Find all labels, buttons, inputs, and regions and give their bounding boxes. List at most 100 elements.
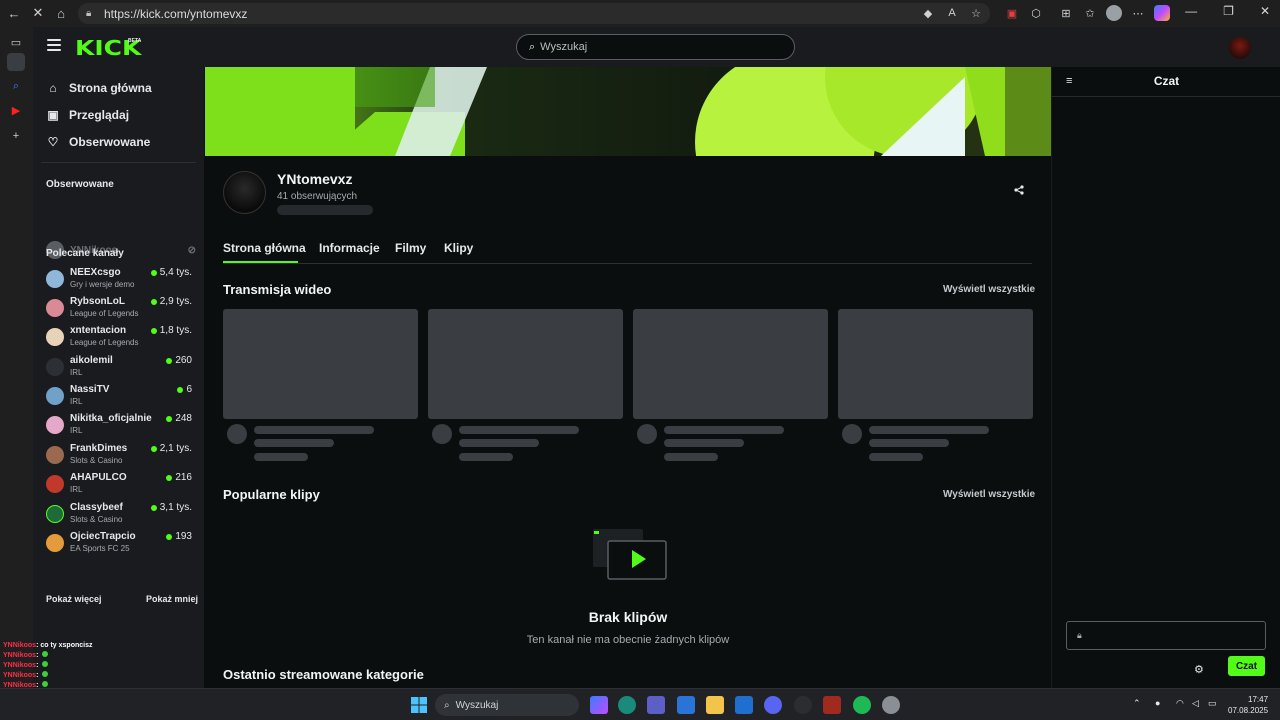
- puzzle-icon[interactable]: ⬡: [1028, 5, 1044, 21]
- viewer-count-text: 248: [175, 413, 192, 424]
- maximize-icon[interactable]: ❐: [1223, 4, 1234, 18]
- tag-icon[interactable]: ◆: [920, 5, 936, 21]
- channel-category: IRL: [70, 397, 83, 406]
- teams-icon[interactable]: [647, 696, 665, 714]
- recommended-channel[interactable]: xntentacion League of Legends 1,8 tys.: [46, 325, 192, 351]
- live-dot: [166, 474, 173, 481]
- spotify-icon[interactable]: [853, 696, 871, 714]
- split-screen-icon[interactable]: ⊞: [1058, 5, 1074, 21]
- recommended-channel[interactable]: Nikitka_oficjalnie IRL 248: [46, 413, 192, 439]
- new-tab-icon[interactable]: +: [7, 127, 25, 145]
- channel-name: AHAPULCO: [70, 472, 127, 483]
- battery-icon[interactable]: ▭: [1208, 698, 1217, 709]
- volume-icon[interactable]: ◁: [1192, 698, 1199, 709]
- overlay-chat-line: YNNikoos:: [3, 651, 343, 661]
- menu-icon[interactable]: [47, 39, 61, 51]
- home-icon[interactable]: ⌂: [51, 3, 71, 23]
- stop-loading-icon[interactable]: ✕: [28, 3, 48, 23]
- nav-home-label: Strona główna: [69, 81, 152, 95]
- video-card-placeholder: [838, 309, 1033, 419]
- recommended-channel[interactable]: AHAPULCO IRL 216: [46, 472, 192, 498]
- show-more-link[interactable]: Pokaż więcej: [46, 594, 102, 604]
- channel-avatar: [46, 446, 64, 464]
- nav-browse[interactable]: ▣ Przeglądaj: [46, 108, 129, 122]
- user-avatar[interactable]: [1229, 37, 1251, 59]
- recommended-channel[interactable]: NassiTV IRL 6: [46, 384, 192, 410]
- channel-avatar: [46, 505, 64, 523]
- windows-start-icon[interactable]: [410, 696, 428, 714]
- channel-category: Gry i wersje demo: [70, 280, 135, 289]
- recommended-channel[interactable]: Classybeef Slots & Casino 3,1 tys.: [46, 502, 192, 528]
- recommended-channel[interactable]: FrankDimes Slots & Casino 2,1 tys.: [46, 443, 192, 469]
- favorite-star-icon[interactable]: ☆: [968, 5, 984, 21]
- search-input[interactable]: ⌕ Wyszukaj: [516, 34, 795, 60]
- share-icon[interactable]: [1012, 183, 1026, 197]
- file-explorer-icon[interactable]: [706, 696, 724, 714]
- recommended-channel[interactable]: NEEXcsgo Gry i wersje demo 5,4 tys.: [46, 267, 192, 293]
- videos-view-all-link[interactable]: Wyświetl wszystkie: [943, 284, 1035, 295]
- settings-gear-icon[interactable]: [882, 696, 900, 714]
- channel-category: IRL: [70, 485, 83, 494]
- back-icon[interactable]: ←: [4, 3, 24, 23]
- recommended-channel[interactable]: aikolemil IRL 260: [46, 355, 192, 381]
- channel-category: League of Legends: [70, 309, 139, 318]
- text-placeholder: [459, 439, 539, 447]
- tab-about[interactable]: Informacje: [319, 241, 380, 255]
- channel-avatar-large[interactable]: [223, 171, 266, 214]
- home-icon: ⌂: [49, 81, 57, 95]
- text-placeholder: [664, 439, 744, 447]
- recommended-channel[interactable]: RybsonLoL League of Legends 2,9 tys.: [46, 296, 192, 322]
- tab-clips[interactable]: Klipy: [444, 241, 473, 255]
- chat-settings-gear-icon[interactable]: ⚙: [1194, 663, 1204, 676]
- clock[interactable]: 17:47 07.08.2025: [1228, 694, 1268, 716]
- viewer-count: 5,4 tys.: [150, 267, 192, 278]
- discord-icon[interactable]: [764, 696, 782, 714]
- viewer-count-text: 2,1 tys.: [159, 443, 192, 454]
- extension-icon[interactable]: ▣: [1004, 5, 1020, 21]
- address-bar[interactable]: 🔒︎ https://kick.com/yntomevxz: [78, 3, 990, 24]
- chat-send-button[interactable]: Czat: [1228, 656, 1265, 676]
- clock-date: 07.08.2025: [1228, 706, 1269, 715]
- copilot-app-icon[interactable]: [590, 696, 608, 714]
- channel-name: Nikitka_oficjalnie: [70, 413, 152, 424]
- wifi-icon[interactable]: ◠: [1176, 698, 1184, 709]
- viewer-count-text: 6: [186, 384, 192, 395]
- live-dot: [150, 504, 157, 511]
- profile-icon[interactable]: [1106, 5, 1122, 21]
- youtube-tab-icon[interactable]: ▶: [7, 101, 25, 119]
- tab-videos[interactable]: Filmy: [395, 241, 426, 255]
- tab-actions-icon[interactable]: ▭: [7, 33, 25, 51]
- search-tab-icon[interactable]: ⌕: [7, 77, 25, 95]
- nav-following[interactable]: ♡ Obserwowane: [46, 135, 151, 149]
- more-icon[interactable]: ⋯: [1130, 5, 1146, 21]
- tab-current[interactable]: [7, 53, 25, 71]
- clock-time: 17:47: [1248, 695, 1269, 704]
- channel-category: League of Legends: [70, 338, 139, 347]
- app-icon[interactable]: [735, 696, 753, 714]
- minimize-icon[interactable]: —: [1185, 4, 1197, 18]
- text-placeholder: [664, 426, 784, 434]
- edge-browser-icon[interactable]: [618, 696, 636, 714]
- viewer-count: 193: [166, 531, 192, 542]
- recommended-channel[interactable]: OjciecTrapcio EA Sports FC 25 193: [46, 531, 192, 557]
- tab-home[interactable]: Strona główna: [223, 241, 306, 255]
- show-less-link[interactable]: Pokaż mniej: [146, 594, 198, 604]
- app-icon[interactable]: [677, 696, 695, 714]
- chat-message-input[interactable]: 🔒︎: [1066, 621, 1266, 650]
- copilot-icon[interactable]: [1154, 5, 1170, 21]
- clips-view-all-link[interactable]: Wyświetl wszystkie: [943, 489, 1035, 500]
- close-window-icon[interactable]: ✕: [1260, 4, 1270, 18]
- channel-name: xntentacion: [70, 325, 127, 336]
- videos-section-title: Transmisja wideo: [223, 282, 332, 297]
- nav-home[interactable]: ⌂ Strona główna: [46, 81, 152, 95]
- nav-following-label: Obserwowane: [69, 135, 151, 149]
- live-dot: [166, 357, 173, 364]
- favorites-icon[interactable]: ✩: [1082, 5, 1098, 21]
- taskbar-search-input[interactable]: ⌕ Wyszukaj: [435, 694, 579, 716]
- read-aloud-icon[interactable]: A: [944, 5, 960, 21]
- app-icon[interactable]: [794, 696, 812, 714]
- microphone-icon[interactable]: ●: [1155, 698, 1160, 708]
- chevron-up-icon[interactable]: ⌃: [1133, 698, 1141, 709]
- channel-name: aikolemil: [70, 355, 113, 366]
- app-icon[interactable]: [823, 696, 841, 714]
